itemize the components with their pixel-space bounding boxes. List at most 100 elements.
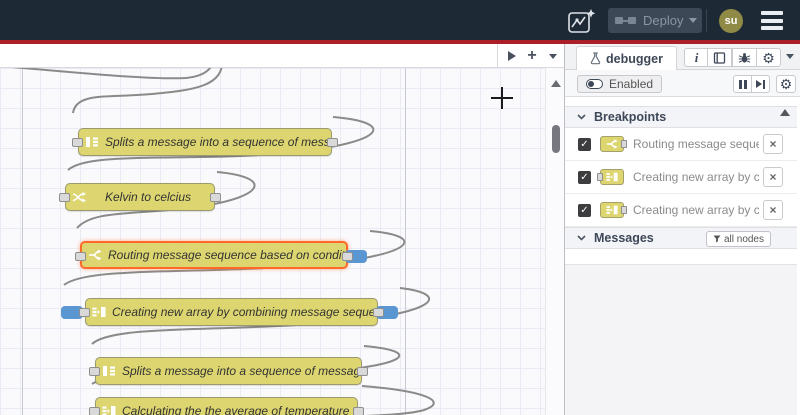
breakpoint-row[interactable]: ✓ Creating new array by combining messag… bbox=[565, 194, 797, 227]
join-node-mini-icon bbox=[600, 202, 627, 218]
messages-section-header[interactable]: Messages all nodes bbox=[565, 227, 797, 249]
tabstrip-divider bbox=[497, 44, 498, 68]
flow-list-chevron-icon[interactable] bbox=[544, 48, 562, 64]
node-switch-1[interactable]: Routing message sequence based on condit… bbox=[75, 241, 367, 269]
flow-workspace[interactable]: Splits a message into a sequence of mess… bbox=[0, 68, 564, 415]
breakpoints-section-header[interactable]: Breakpoints bbox=[565, 106, 797, 128]
info-icon: i bbox=[694, 49, 699, 65]
output-port[interactable] bbox=[327, 138, 338, 147]
output-port bbox=[621, 140, 627, 148]
gear-icon: ⚙ bbox=[762, 49, 775, 66]
breakpoint-row[interactable]: ✓ Creating new array by combining messag… bbox=[565, 161, 797, 194]
flow-canvas-area: + Splits a message into a sequence of me… bbox=[0, 44, 564, 415]
book-icon bbox=[713, 51, 726, 64]
chevron-down-icon[interactable] bbox=[786, 54, 794, 59]
enabled-label: Enabled bbox=[609, 77, 654, 91]
add-flow-icon[interactable]: + bbox=[523, 47, 541, 64]
workspace-tabstrip: + bbox=[0, 44, 564, 68]
node-label: Routing message sequence based on condit… bbox=[108, 248, 346, 262]
node-split-2[interactable]: Splits a message into a sequence of mess… bbox=[89, 357, 368, 385]
node-label: Calculating the the average of temperatu… bbox=[122, 404, 350, 415]
input-port[interactable] bbox=[72, 138, 83, 147]
breakpoint-row[interactable]: ✓ Routing message sequence based on cond… bbox=[565, 128, 797, 161]
play-icon[interactable] bbox=[503, 48, 521, 64]
checkbox-checked-icon[interactable]: ✓ bbox=[578, 170, 591, 184]
close-icon[interactable]: × bbox=[763, 134, 783, 154]
flask-icon bbox=[590, 52, 601, 65]
pause-icon bbox=[738, 79, 742, 89]
info-button[interactable]: i bbox=[684, 48, 709, 67]
header-bar: Deploy su bbox=[0, 0, 800, 40]
node-label: Splits a message into a sequence of mess… bbox=[122, 364, 361, 378]
input-port[interactable] bbox=[59, 193, 70, 202]
pause-button[interactable] bbox=[733, 75, 752, 93]
chevron-down-icon[interactable] bbox=[689, 18, 698, 23]
input-port[interactable] bbox=[89, 367, 100, 376]
step-button[interactable] bbox=[751, 75, 770, 93]
breakpoint-label: Creating new array by combining message … bbox=[633, 203, 759, 217]
filter-label: all nodes bbox=[723, 233, 764, 245]
scroll-up-icon[interactable] bbox=[780, 109, 790, 116]
flow-assistant-icon[interactable] bbox=[566, 8, 598, 34]
debugger-settings-button[interactable]: ⚙ bbox=[776, 75, 796, 93]
node-red-editor: Deploy su + Splits a message into a sequ… bbox=[0, 0, 800, 415]
scroll-up-icon[interactable] bbox=[551, 80, 561, 87]
toggle-icon bbox=[586, 79, 603, 89]
tab-debugger-label: debugger bbox=[606, 51, 663, 66]
bug-icon bbox=[738, 52, 751, 63]
messages-body bbox=[565, 264, 797, 415]
node-split-1[interactable]: Splits a message into a sequence of mess… bbox=[72, 128, 338, 156]
switch-node-mini-icon bbox=[600, 136, 627, 152]
output-port[interactable] bbox=[210, 193, 221, 202]
pause-icon bbox=[743, 79, 747, 89]
debug-button[interactable] bbox=[732, 48, 757, 67]
input-port bbox=[597, 173, 603, 181]
debugger-toolbar: Enabled ⚙ bbox=[565, 70, 800, 97]
section-title: Messages bbox=[594, 231, 654, 245]
close-icon[interactable]: × bbox=[763, 167, 783, 187]
step-icon bbox=[763, 79, 765, 89]
join-node-mini-icon bbox=[597, 169, 624, 185]
chevron-down-icon bbox=[577, 235, 586, 241]
checkbox-checked-icon[interactable]: ✓ bbox=[578, 203, 591, 217]
step-icon bbox=[756, 80, 762, 88]
output-port[interactable] bbox=[342, 252, 353, 261]
tab-debugger[interactable]: debugger bbox=[576, 46, 677, 70]
input-port[interactable] bbox=[89, 407, 100, 415]
output-port[interactable] bbox=[353, 407, 364, 415]
header-divider bbox=[706, 9, 707, 32]
chevron-down-icon bbox=[577, 114, 586, 120]
node-label: Creating new array by combining message … bbox=[112, 305, 377, 319]
output-port[interactable] bbox=[357, 367, 368, 376]
close-icon[interactable]: × bbox=[763, 200, 783, 220]
debug-sidebar: debugger i ⚙ Enabled ⚙ Breakpoints ✓ Rou… bbox=[565, 44, 800, 415]
section-title: Breakpoints bbox=[594, 110, 667, 124]
checkbox-checked-icon[interactable]: ✓ bbox=[578, 137, 591, 151]
output-port bbox=[621, 206, 627, 214]
deploy-nodes-icon bbox=[615, 17, 636, 24]
canvas-scrollbar[interactable] bbox=[545, 68, 564, 415]
deploy-button[interactable]: Deploy bbox=[608, 8, 702, 33]
node-join-1[interactable]: Creating new array by combining message … bbox=[61, 298, 398, 326]
scrollbar-thumb[interactable] bbox=[552, 125, 560, 153]
docs-button[interactable] bbox=[707, 48, 732, 67]
node-join-2[interactable]: Calculating the the average of temperatu… bbox=[89, 397, 364, 415]
user-avatar[interactable]: su bbox=[719, 9, 743, 33]
crosshair-cursor bbox=[501, 87, 503, 109]
input-port[interactable] bbox=[79, 308, 90, 317]
breakpoint-label: Routing message sequence based on condit… bbox=[633, 137, 759, 151]
input-port[interactable] bbox=[75, 252, 86, 261]
filter-nodes-button[interactable]: all nodes bbox=[705, 231, 771, 247]
node-change-1[interactable]: Kelvin to celcius bbox=[59, 183, 221, 211]
settings-button[interactable]: ⚙ bbox=[756, 48, 781, 67]
hamburger-menu-icon[interactable] bbox=[761, 11, 783, 30]
messages-empty-row bbox=[565, 249, 797, 264]
node-label: Kelvin to celcius bbox=[104, 190, 192, 204]
output-port[interactable] bbox=[373, 308, 384, 317]
enabled-toggle-button[interactable]: Enabled bbox=[577, 75, 663, 93]
sidebar-tabbar: debugger i ⚙ bbox=[565, 44, 800, 70]
funnel-icon bbox=[713, 235, 721, 243]
node-label: Splits a message into a sequence of mess… bbox=[105, 135, 331, 149]
breakpoint-label: Creating new array by combining message … bbox=[633, 170, 759, 184]
gear-icon: ⚙ bbox=[779, 76, 793, 92]
